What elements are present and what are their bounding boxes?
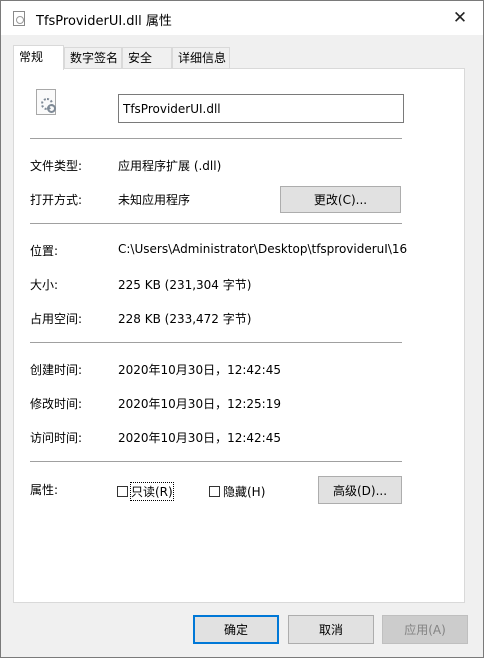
separator <box>30 138 402 139</box>
attributes-label: 属性: <box>30 483 59 497</box>
opens-with-value: 未知应用程序 <box>118 193 191 207</box>
readonly-checkbox[interactable]: 只读(R) <box>117 482 174 501</box>
close-icon: ✕ <box>452 8 468 28</box>
opens-with-label: 打开方式: <box>30 193 83 207</box>
size-on-disk-label: 占用空间: <box>30 312 83 326</box>
file-icon <box>13 11 25 26</box>
file-type-value: 应用程序扩展 (.dll) <box>118 159 222 173</box>
tab-security[interactable]: 安全 <box>122 47 172 68</box>
size-value: 225 KB (231,304 字节) <box>118 278 252 292</box>
modified-value: 2020年10月30日，12:25:19 <box>118 397 281 411</box>
apply-button[interactable]: 应用(A) <box>382 615 468 644</box>
modified-label: 修改时间: <box>30 397 83 411</box>
location-label: 位置: <box>30 244 59 258</box>
readonly-checkbox-label: 只读(R) <box>130 482 174 501</box>
ok-button[interactable]: 确定 <box>193 615 279 644</box>
dll-file-icon <box>36 89 56 115</box>
accessed-label: 访问时间: <box>30 431 83 445</box>
window-title: TfsProviderUI.dll 属性 <box>36 14 172 29</box>
properties-dialog: TfsProviderUI.dll 属性 ✕ 常规 数字签名 安全 详细信息 文… <box>0 0 484 658</box>
created-value: 2020年10月30日，12:42:45 <box>118 363 281 377</box>
location-value: C:\Users\Administrator\Desktop\tfsprovid… <box>118 242 408 256</box>
tab-general[interactable]: 常规 <box>13 45 64 70</box>
change-button[interactable]: 更改(C)... <box>280 186 401 213</box>
hidden-checkbox-box[interactable] <box>209 486 220 497</box>
separator <box>30 461 402 462</box>
separator <box>30 342 402 343</box>
hidden-checkbox-label: 隐藏(H) <box>223 485 266 499</box>
tab-digital-signatures[interactable]: 数字签名 <box>64 47 122 68</box>
advanced-button[interactable]: 高级(D)... <box>318 476 402 504</box>
hidden-checkbox[interactable]: 隐藏(H) <box>209 483 265 500</box>
file-name-input[interactable] <box>118 94 404 123</box>
separator <box>30 223 402 224</box>
size-on-disk-value: 228 KB (233,472 字节) <box>118 312 252 326</box>
tab-details[interactable]: 详细信息 <box>172 47 230 68</box>
readonly-checkbox-box[interactable] <box>117 486 128 497</box>
general-panel: 文件类型: 应用程序扩展 (.dll) 打开方式: 未知应用程序 更改(C)..… <box>13 68 465 603</box>
cancel-button[interactable]: 取消 <box>288 615 374 644</box>
close-button[interactable]: ✕ <box>447 6 473 30</box>
accessed-value: 2020年10月30日，12:42:45 <box>118 431 281 445</box>
file-type-label: 文件类型: <box>30 159 83 173</box>
created-label: 创建时间: <box>30 363 83 377</box>
title-bar: TfsProviderUI.dll 属性 ✕ <box>1 1 483 35</box>
size-label: 大小: <box>30 278 59 292</box>
